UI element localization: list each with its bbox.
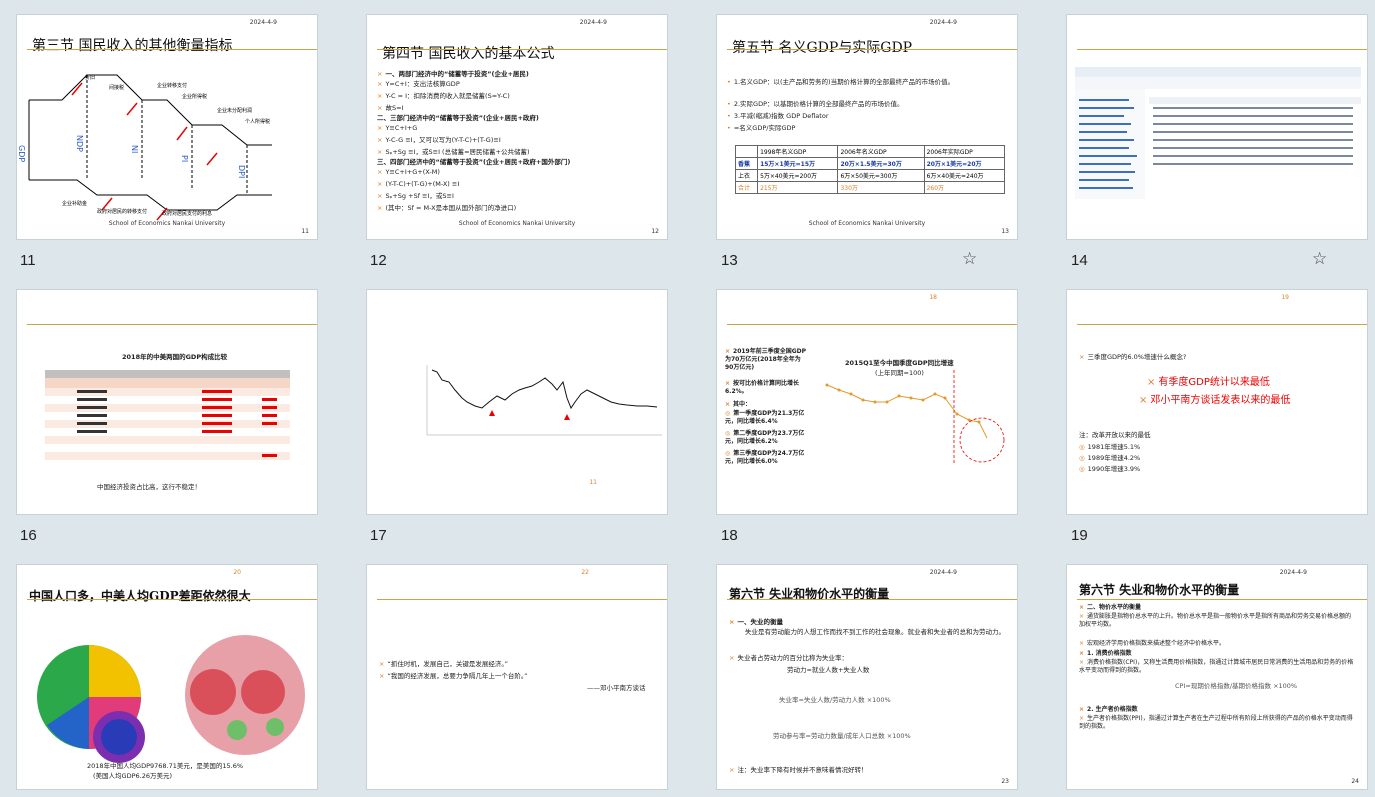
- svg-text:NDP: NDP: [75, 135, 84, 152]
- slide-thumbnail-16[interactable]: 2018年的中美两国的GDP构成比较 中国经济投资占比高，这行不稳定！: [17, 290, 317, 514]
- income-flow-diagram: GDP NDP NI PI DPI 折旧间接税 企业转移支付 企业所得税企业未分配…: [17, 74, 272, 221]
- svg-text:PI: PI: [180, 155, 189, 162]
- slide-caption: 中国经济投资占比高，这行不稳定！: [97, 483, 201, 491]
- svg-text:政府对居民支付的利息: 政府对居民支付的利息: [162, 210, 212, 217]
- slide-number: 14: [1071, 252, 1088, 269]
- slide-number: 12: [370, 252, 387, 269]
- slide-footer: School of Economics Nankai University: [808, 220, 926, 227]
- svg-text:企业所得税: 企业所得税: [182, 93, 207, 100]
- slide-number: 17: [370, 527, 387, 544]
- slide-title: 第五节 名义GDP与实际GDP: [732, 40, 913, 56]
- bullet: × 一、两部门经济中的“储蓄等于投资”(企业+居民): [377, 70, 529, 78]
- slide-thumbnail-22[interactable]: 22 × “抓住时机，发展自己，关键是发展经济。” × “我国的经济发展，总要力争隔…: [367, 565, 667, 789]
- slide-number: 18: [721, 527, 738, 544]
- svg-text:政府对居民的转移支付: 政府对居民的转移支付: [97, 208, 147, 215]
- svg-text:DPI: DPI: [237, 165, 246, 178]
- svg-text:企业未分配利润: 企业未分配利润: [217, 107, 252, 114]
- slide-footer: School of Economics Nankai University: [458, 220, 576, 227]
- slide-number: 13: [721, 252, 738, 269]
- slide-thumbnail-23[interactable]: 2024-4-9 第六节 失业和物价水平的衡量 × 一、失业的衡量 失业是有劳动能…: [717, 565, 1017, 789]
- slide-title: 第六节 失业和物价水平的衡量: [1079, 583, 1240, 597]
- slide-thumbnail-19[interactable]: 19 × 三季度GDP的6.0%增速什么概念? × 有季度GDP统计以来最低 × 邓小…: [1067, 290, 1367, 514]
- data-website-screenshot: [1075, 67, 1361, 199]
- svg-text:企业转移支付: 企业转移支付: [157, 82, 187, 89]
- slide-thumbnail-17[interactable]: 11: [367, 290, 667, 514]
- slide-thumbnail-13[interactable]: 2024-4-9 第五节 名义GDP与实际GDP • 1.名义GDP：以(主产品和…: [717, 15, 1017, 239]
- slide-thumbnail-18[interactable]: 18 × 2019年前三季度全国GDP为70万亿元(2018年全年为90万亿元) …: [717, 290, 1017, 514]
- slide-title: 第四节 国民收入的基本公式: [382, 46, 555, 62]
- star-icon[interactable]: ☆: [1312, 249, 1327, 269]
- slide-thumbnail-12[interactable]: 2024-4-9 第四节 国民收入的基本公式 × 一、两部门经济中的“储蓄等于投资…: [367, 15, 667, 239]
- gdp-table: 1998年名义GDP 2006年名义GDP 2006年实际GDP 香蕉 15万×1美元…: [734, 145, 1006, 194]
- slide-thumbnail-11[interactable]: 2024-4-9 第三节 国民收入的其他衡量指标 GDP NDP NI PI D…: [17, 15, 317, 239]
- slide-number: 11: [20, 252, 36, 269]
- svg-text:企业补助金: 企业补助金: [62, 200, 87, 207]
- gdp-growth-line-chart: [426, 365, 662, 436]
- slide-footer: School of Economics Nankai University: [108, 220, 226, 227]
- slide-caption: 2018年中国人均GDP9768.71美元，是美国的15.6%: [87, 762, 244, 770]
- quarterly-gdp-chart: [825, 370, 1005, 465]
- svg-text:个人所得税: 个人所得税: [245, 118, 270, 125]
- star-icon[interactable]: ☆: [962, 249, 977, 269]
- slide-thumbnail-14[interactable]: [1067, 15, 1367, 239]
- world-economy-charts: [37, 635, 305, 763]
- slide-thumbnail-20[interactable]: 中国人口多，中美人均GDP差距依然很大 20 2018年中国人均GDP9768.…: [17, 565, 317, 789]
- svg-text:折旧: 折旧: [85, 74, 95, 81]
- svg-text:GDP: GDP: [17, 145, 26, 162]
- svg-text:间接税: 间接税: [109, 84, 124, 91]
- svg-text:NI: NI: [130, 145, 139, 153]
- slide-thumbnail-24[interactable]: 2024-4-9 第六节 失业和物价水平的衡量 × 二、物价水平的衡量 × 通货膨胀…: [1067, 565, 1367, 789]
- slide-number: 16: [20, 527, 37, 544]
- gdp-composition-table: [45, 370, 290, 460]
- slide-number: 19: [1071, 527, 1088, 544]
